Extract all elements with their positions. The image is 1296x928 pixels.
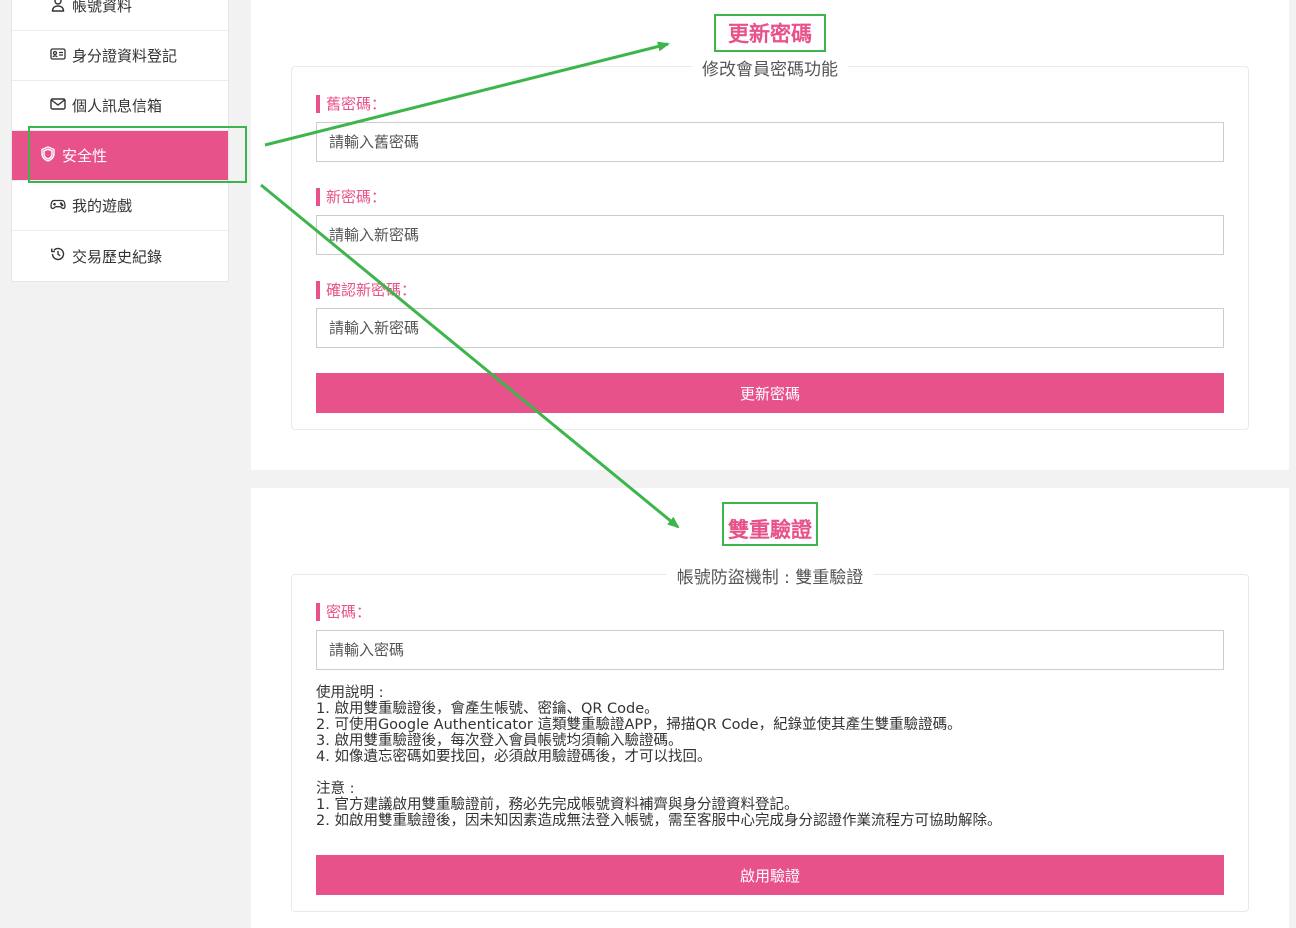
twofa-instructions: 使用說明 : 1. 啟用雙重驗證後，會產生帳號、密鑰、QR Code。 2. 可… (316, 685, 1216, 829)
update-password-button[interactable]: 更新密碼 (316, 373, 1224, 413)
old-password-label: 舊密碼： (316, 95, 386, 113)
password-form: 修改會員密碼功能 舊密碼： 新密碼： 確認新密碼： 更新密碼 (291, 55, 1249, 430)
page: 帳號資料 身分證資料登記 個人訊息信箱 安全性 我的遊戲 交易歷史紀錄 更新密碼… (0, 0, 1296, 928)
history-icon (50, 246, 66, 266)
twofa-form-legend: 帳號防盜機制 : 雙重驗證 (666, 563, 874, 588)
password-panel: 更新密碼 修改會員密碼功能 舊密碼： 新密碼： 確認新密碼： 更新密碼 (251, 0, 1289, 470)
twofa-panel: 雙重驗證 帳號防盜機制 : 雙重驗證 密碼： 使用說明 : 1. 啟用雙重驗證後… (251, 488, 1289, 928)
notice-heading: 注意 : (316, 781, 355, 797)
new-password-label: 新密碼： (316, 188, 386, 206)
notice-item: 2. 如啟用雙重驗證後，因未知因素造成無法登入帳號，需至客服中心完成身分認證作業… (316, 813, 1002, 829)
usage-item: 3. 啟用雙重驗證後，每次登入會員帳號均須輸入驗證碼。 (316, 733, 683, 749)
sidebar-item-security[interactable]: 安全性 (12, 131, 228, 181)
sidebar-item-label: 個人訊息信箱 (72, 97, 163, 115)
usage-item: 2. 可使用Google Authenticator 這類雙重驗證APP，掃描Q… (316, 717, 962, 733)
twofa-form: 帳號防盜機制 : 雙重驗證 密碼： 使用說明 : 1. 啟用雙重驗證後，會產生帳… (291, 563, 1249, 912)
notice-item: 1. 官方建議啟用雙重驗證前，務必先完成帳號資料補齊與身分證資料登記。 (316, 797, 799, 813)
shield-icon (40, 145, 56, 166)
sidebar: 帳號資料 身分證資料登記 個人訊息信箱 安全性 我的遊戲 交易歷史紀錄 (11, 0, 229, 282)
sidebar-item-label: 帳號資料 (72, 0, 133, 15)
section-title-update-password: 更新密碼 (714, 14, 826, 52)
password-form-legend: 修改會員密碼功能 (692, 55, 848, 80)
new-password-input[interactable] (316, 215, 1224, 255)
twofa-password-input[interactable] (316, 630, 1224, 670)
sidebar-item-label: 身分證資料登記 (72, 47, 178, 65)
twofa-password-label: 密碼： (316, 603, 371, 621)
old-password-input[interactable] (316, 122, 1224, 162)
sidebar-item-inbox[interactable]: 個人訊息信箱 (12, 81, 228, 131)
usage-item: 1. 啟用雙重驗證後，會產生帳號、密鑰、QR Code。 (316, 701, 659, 717)
sidebar-item-account[interactable]: 帳號資料 (12, 0, 228, 31)
sidebar-item-my-games[interactable]: 我的遊戲 (12, 181, 228, 231)
mail-icon (50, 96, 66, 116)
sidebar-item-label: 安全性 (62, 147, 108, 165)
sidebar-item-id-registration[interactable]: 身分證資料登記 (12, 31, 228, 81)
id-card-icon (50, 46, 66, 66)
user-icon (50, 0, 66, 16)
sidebar-item-label: 交易歷史紀錄 (72, 247, 163, 266)
sidebar-item-label: 我的遊戲 (72, 197, 133, 215)
confirm-password-input[interactable] (316, 308, 1224, 348)
sidebar-item-transaction-history[interactable]: 交易歷史紀錄 (12, 231, 228, 281)
gamepad-icon (50, 196, 66, 216)
section-title-two-factor: 雙重驗證 (722, 502, 818, 546)
usage-heading: 使用說明 : (316, 685, 384, 701)
usage-item: 4. 如像遺忘密碼如要找回，必須啟用驗證碼後，才可以找回。 (316, 749, 712, 765)
enable-verification-button[interactable]: 啟用驗證 (316, 855, 1224, 895)
confirm-password-label: 確認新密碼： (316, 281, 416, 299)
